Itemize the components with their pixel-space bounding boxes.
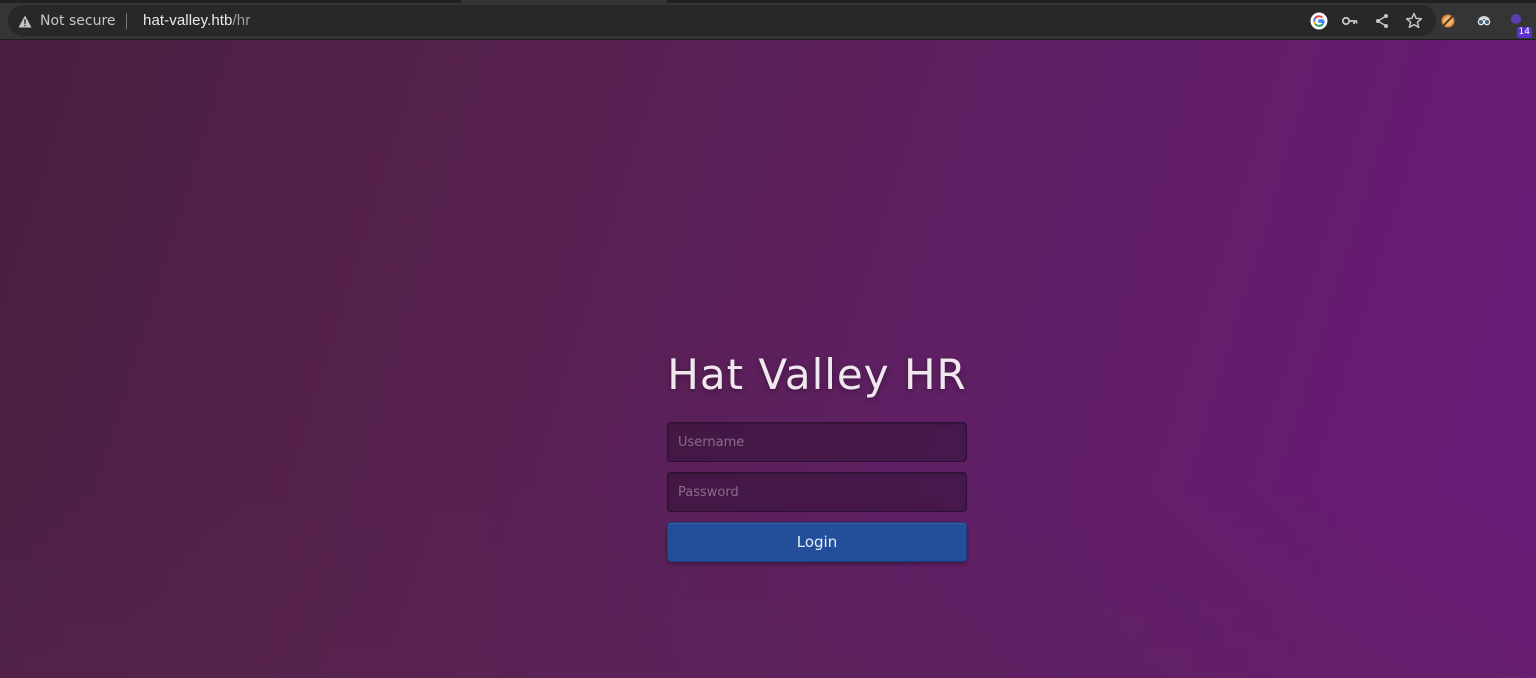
address-bar[interactable]: Not secure hat-valley.htb/hr (8, 5, 1436, 36)
login-button[interactable]: Login (667, 522, 967, 562)
warning-icon (18, 15, 32, 28)
url-path: /hr (232, 12, 251, 29)
extensions-area: 14 (1436, 5, 1536, 38)
login-page-background: Hat Valley HR Login (0, 40, 1536, 678)
extension-spy-icon[interactable] (1474, 11, 1494, 31)
url-host: hat-valley.htb (143, 12, 233, 29)
page-title: Hat Valley HR (667, 350, 967, 399)
key-icon[interactable] (1340, 11, 1360, 31)
security-indicator[interactable]: Not secure (18, 10, 127, 32)
omnibox-actions (1310, 10, 1424, 32)
username-input[interactable] (667, 422, 967, 462)
url-text[interactable]: hat-valley.htb/hr (143, 5, 250, 36)
password-input[interactable] (667, 472, 967, 512)
omnibox-divider (125, 13, 127, 29)
tab-strip (0, 0, 1536, 3)
extension-count-badge: 14 (1516, 27, 1532, 38)
security-label: Not secure (40, 13, 116, 29)
login-form: Hat Valley HR Login (667, 347, 967, 562)
active-tab-edge[interactable] (462, 0, 666, 3)
extension-cookie-icon[interactable] (1438, 11, 1458, 31)
google-icon[interactable] (1310, 12, 1328, 30)
share-icon[interactable] (1372, 11, 1392, 31)
star-icon[interactable] (1404, 11, 1424, 31)
browser-toolbar: Not secure hat-valley.htb/hr 14 (0, 0, 1536, 40)
